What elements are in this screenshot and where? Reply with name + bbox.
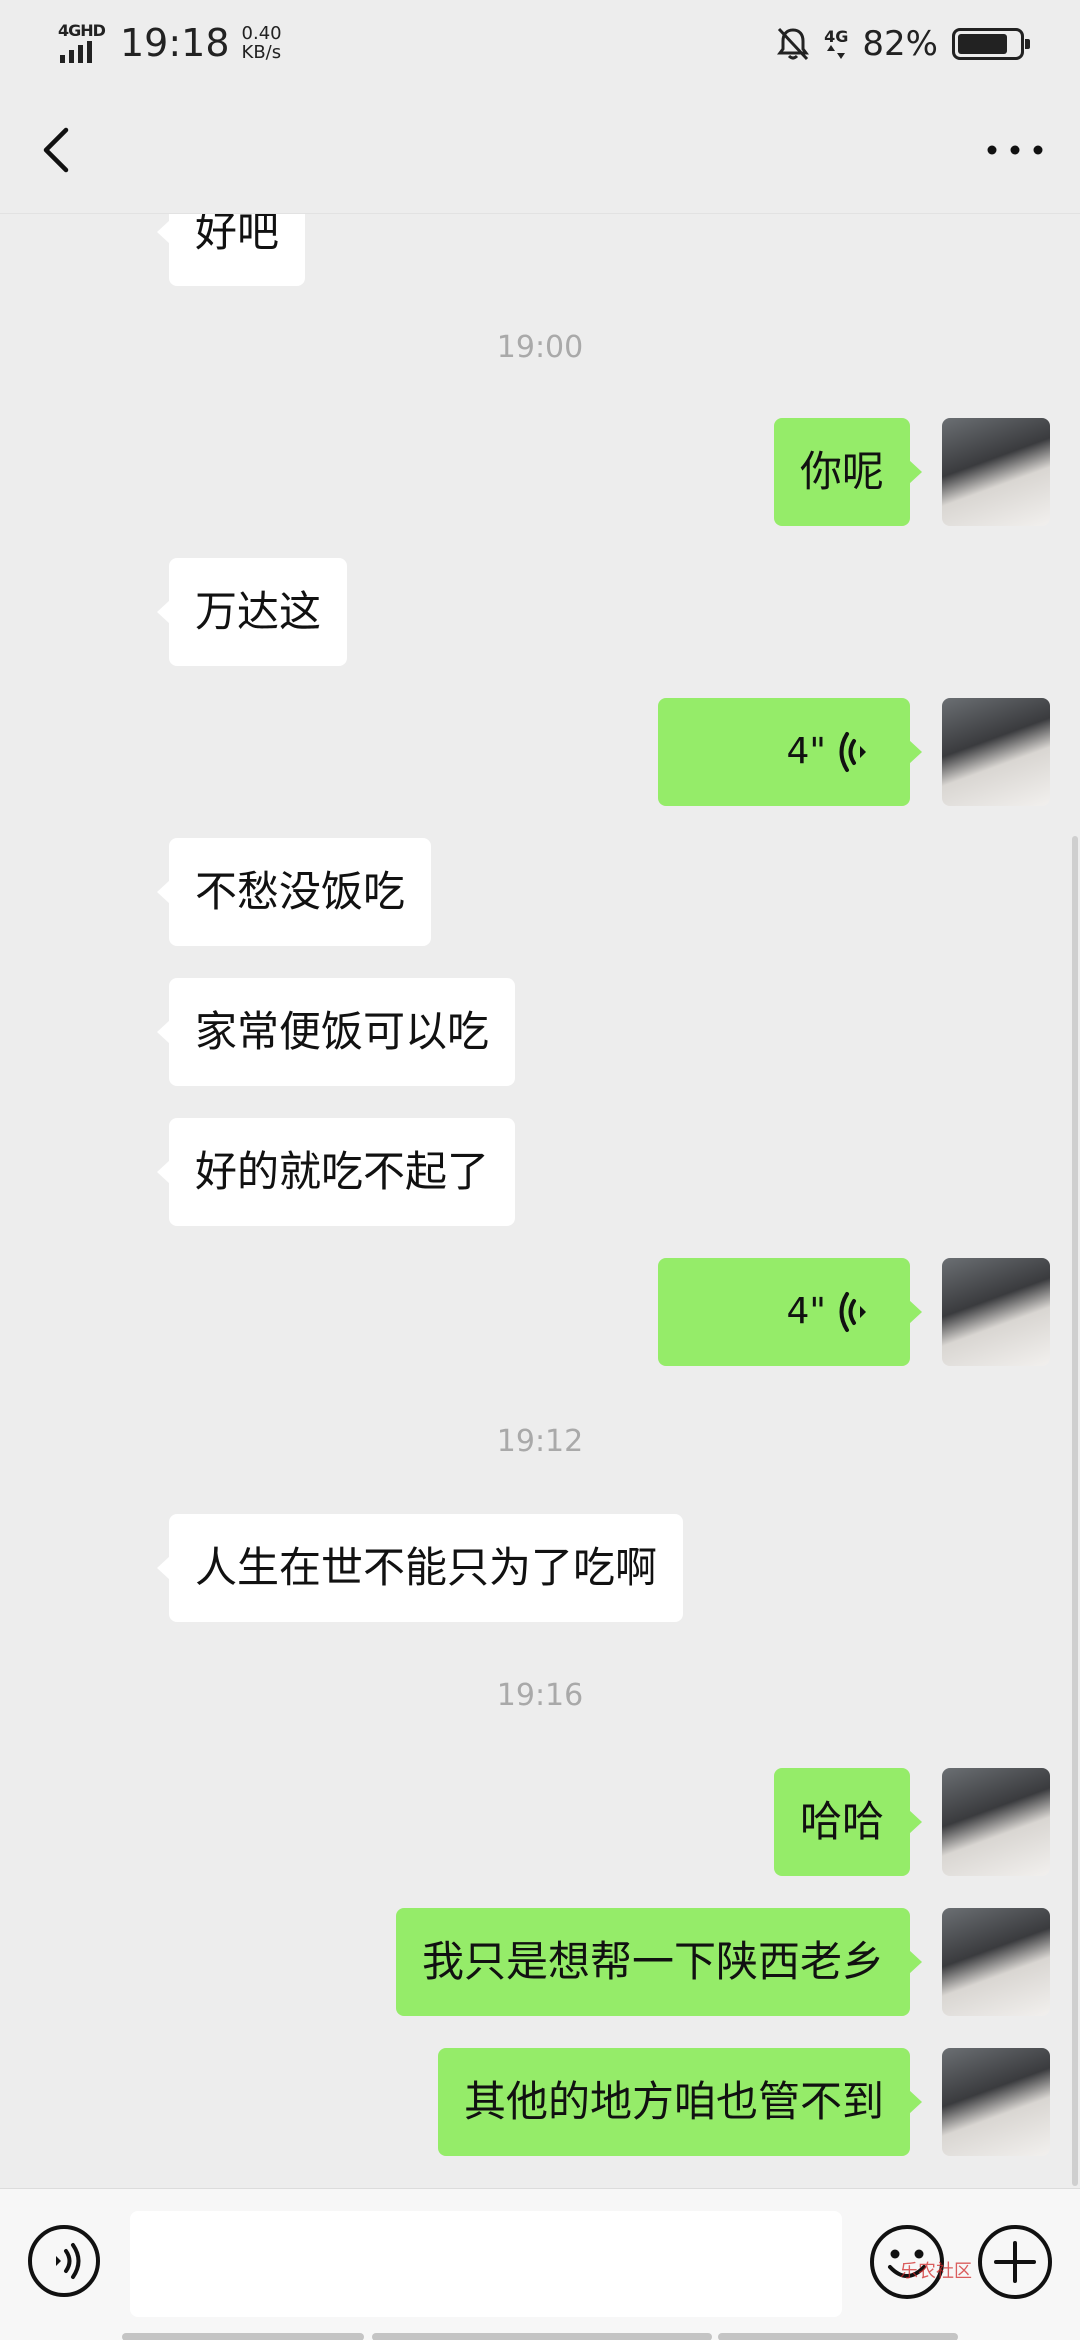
network-type: 4GHD	[58, 21, 106, 40]
more-dots-icon[interactable]	[980, 120, 1050, 180]
outgoing-message-bubble[interactable]: 哈哈	[773, 1768, 923, 1876]
message-timestamp: 19:12	[496, 1424, 584, 1459]
incoming-message-bubble[interactable]: 好的就吃不起了	[156, 1118, 516, 1226]
incoming-message-bubble[interactable]: 人生在世不能只为了吃啊	[156, 1514, 684, 1622]
nav-gesture-bar	[122, 2333, 364, 2340]
watermark-text: 乐农社区	[900, 2261, 972, 2282]
outgoing-message-bubble[interactable]: 我只是想帮一下陕西老乡	[395, 1908, 923, 2016]
avatar[interactable]	[942, 2048, 1050, 2156]
battery-percent: 82%	[862, 24, 938, 64]
nav-gesture-bar	[372, 2333, 712, 2340]
battery-icon	[952, 28, 1030, 60]
voice-wave-icon	[839, 1292, 866, 1332]
outgoing-message-bubble[interactable]: 其他的地方咱也管不到	[437, 2048, 923, 2156]
outgoing-message-bubble[interactable]: 你呢	[773, 418, 923, 526]
voice-input-icon[interactable]	[26, 2223, 102, 2299]
incoming-message-bubble[interactable]: 家常便饭可以吃	[156, 978, 516, 1086]
mute-bell-icon	[777, 27, 810, 61]
chat-header	[0, 90, 1080, 214]
chevron-left-icon[interactable]	[30, 120, 90, 180]
outgoing-voice-message[interactable]: 4"	[658, 1258, 922, 1366]
outgoing-voice-message[interactable]: 4"	[658, 698, 922, 806]
network-speed: 0.40 KB/s	[242, 24, 282, 62]
network-type-right: 4G	[824, 27, 849, 46]
voice-wave-icon	[839, 732, 866, 772]
status-bar: 4GHD 19:18 0.40 KB/s 4G 82%	[0, 0, 1080, 90]
scrollbar[interactable]	[1072, 836, 1078, 2186]
avatar[interactable]	[942, 1258, 1050, 1366]
voice-duration: 4"	[786, 731, 826, 772]
signal-icon: 4GHD	[58, 21, 106, 63]
message-timestamp: 19:00	[496, 330, 584, 365]
speed-value: 0.40	[241, 23, 282, 44]
avatar[interactable]	[942, 418, 1050, 526]
speed-unit: KB/s	[241, 42, 282, 63]
message-timestamp: 19:16	[496, 1678, 584, 1713]
status-time: 19:18	[120, 21, 230, 65]
incoming-message-bubble[interactable]: 好吧	[156, 214, 306, 286]
avatar[interactable]	[942, 1768, 1050, 1876]
message-input[interactable]	[130, 2211, 842, 2317]
input-bar: 乐农社区	[0, 2188, 1080, 2340]
incoming-message-bubble[interactable]: 不愁没饭吃	[156, 838, 432, 946]
avatar[interactable]	[942, 698, 1050, 806]
incoming-message-bubble[interactable]: 万达这	[156, 558, 348, 666]
plus-icon[interactable]	[976, 2223, 1054, 2301]
mobile-data-indicator: 4G	[824, 29, 848, 59]
chat-message-list[interactable]: 好吧 19:00 你呢 万达这 4" 不愁没饭吃 家常便饭可以吃 好的就吃不起了…	[0, 214, 1080, 2188]
avatar[interactable]	[942, 1908, 1050, 2016]
voice-duration: 4"	[786, 1291, 826, 1332]
nav-gesture-bar	[718, 2333, 958, 2340]
